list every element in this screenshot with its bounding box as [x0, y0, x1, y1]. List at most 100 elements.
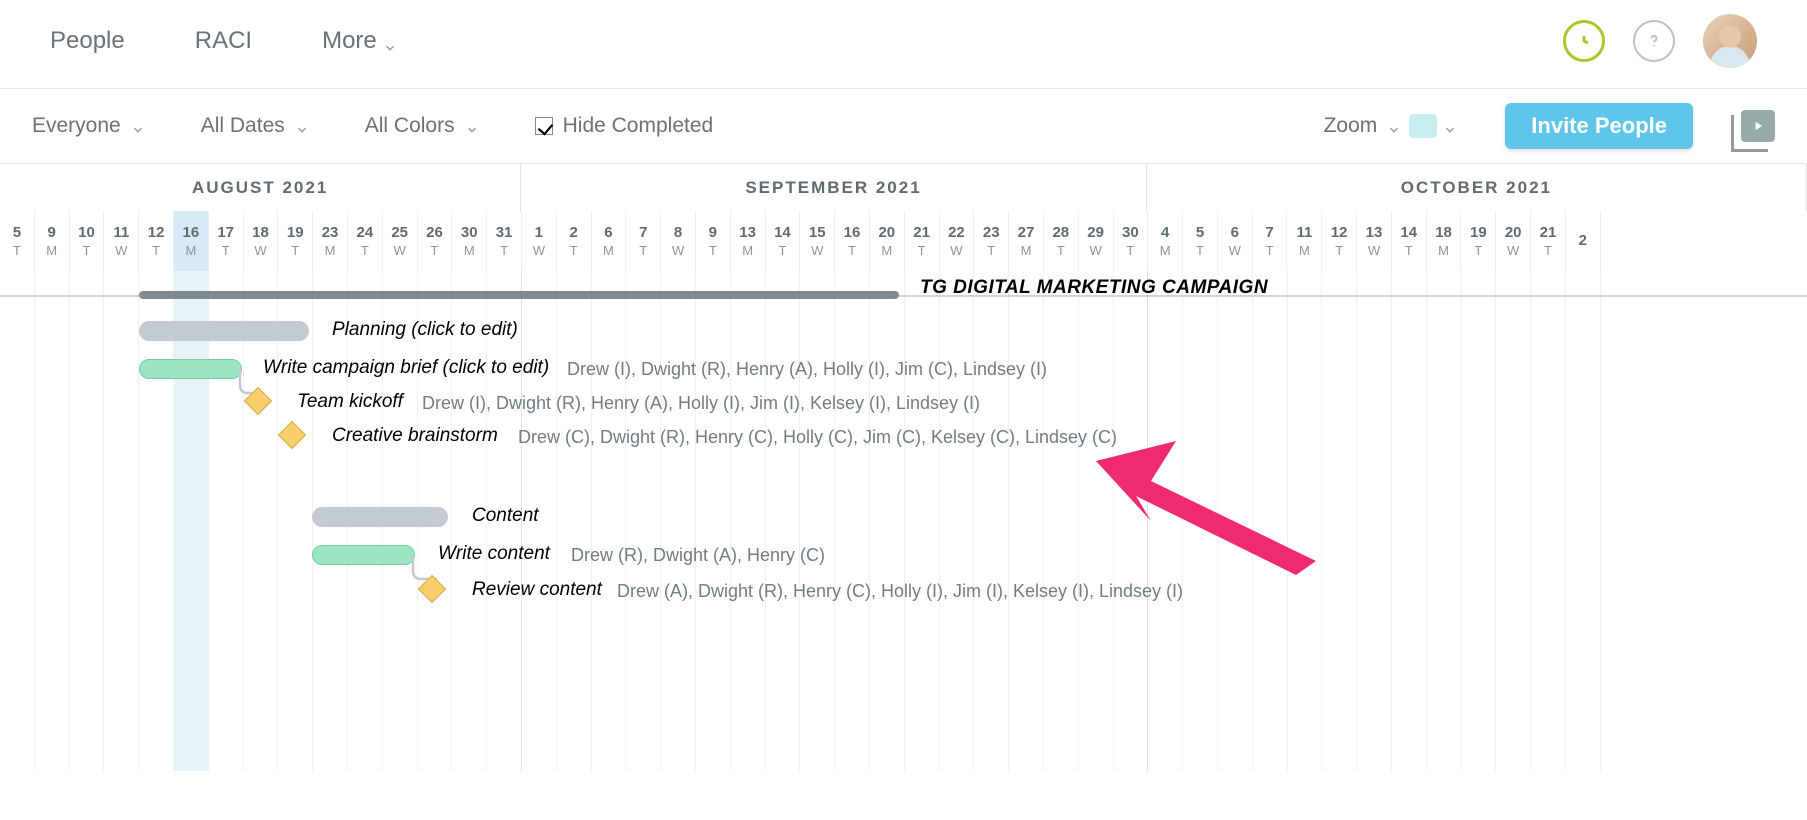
task-label-write[interactable]: Write content	[438, 543, 550, 565]
grid-column	[1322, 271, 1357, 771]
nav-more[interactable]: More	[322, 27, 397, 55]
filter-everyone[interactable]: Everyone	[32, 114, 145, 138]
grid-column	[1009, 271, 1044, 771]
day-header-cell[interactable]: 6W	[1218, 211, 1253, 271]
assignees-write: Drew (R), Dwight (A), Henry (C)	[571, 545, 825, 566]
day-header-cell[interactable]: 13W	[1357, 211, 1392, 271]
day-header-cell[interactable]: 25W	[383, 211, 418, 271]
filter-colors[interactable]: All Colors	[365, 114, 479, 138]
day-header-cell[interactable]: 5T	[1183, 211, 1218, 271]
details-panel-toggle[interactable]	[1741, 110, 1775, 142]
day-header-cell[interactable]: 11W	[104, 211, 139, 271]
day-header-cell[interactable]: 11M	[1287, 211, 1322, 271]
day-header-cell[interactable]: 8W	[661, 211, 696, 271]
day-header-cell[interactable]: 5T	[0, 211, 35, 271]
task-label-planning[interactable]: Planning (click to edit)	[332, 319, 518, 341]
day-header-cell[interactable]: 18W	[244, 211, 279, 271]
day-header-cell[interactable]: 22W	[940, 211, 975, 271]
day-header-cell[interactable]: 14T	[1392, 211, 1427, 271]
day-header-cell[interactable]: 2T	[557, 211, 592, 271]
top-nav: People RACI More	[0, 0, 1807, 89]
day-header-cell[interactable]: 16M	[174, 211, 209, 271]
task-label-brainstorm[interactable]: Creative brainstorm	[332, 425, 498, 447]
nav-people[interactable]: People	[50, 27, 125, 55]
grid-column	[244, 271, 279, 771]
day-header-row: 5T9M10T11W12T16M17T18W19T23M24T25W26T30M…	[0, 211, 1807, 271]
day-header-cell[interactable]: 7T	[1253, 211, 1288, 271]
filter-bar: Everyone All Dates All Colors Hide Compl…	[0, 89, 1807, 163]
day-header-cell[interactable]: 18M	[1427, 211, 1462, 271]
day-header-cell[interactable]: 1W	[522, 211, 557, 271]
nav-raci[interactable]: RACI	[195, 27, 252, 55]
task-bar-write[interactable]	[312, 545, 415, 565]
grid-column	[1566, 271, 1601, 771]
day-header-cell[interactable]: 14T	[766, 211, 801, 271]
day-header-cell[interactable]: 15W	[800, 211, 835, 271]
grid-column	[557, 271, 592, 771]
day-header-cell[interactable]: 28T	[1044, 211, 1079, 271]
grid-column	[104, 271, 139, 771]
color-swatch-picker[interactable]	[1409, 114, 1457, 138]
gantt-area[interactable]: TG DIGITAL MARKETING CAMPAIGN Planning (…	[0, 271, 1807, 771]
day-header-cell[interactable]: 30T	[1114, 211, 1149, 271]
group-bar-content[interactable]	[312, 507, 448, 527]
grid-column	[139, 271, 174, 771]
project-title: TG DIGITAL MARKETING CAMPAIGN	[920, 277, 1268, 299]
day-header-cell[interactable]: 12T	[139, 211, 174, 271]
grid-column	[870, 271, 905, 771]
month-header: SEPTEMBER 2021	[521, 164, 1147, 211]
day-header-cell[interactable]: 21T	[1531, 211, 1566, 271]
grid-column	[626, 271, 661, 771]
zoom-dropdown[interactable]: Zoom	[1324, 114, 1402, 138]
grid-column	[0, 271, 35, 771]
day-header-cell[interactable]: 19T	[1461, 211, 1496, 271]
chevron-down-icon	[1443, 119, 1457, 133]
invite-people-button[interactable]: Invite People	[1505, 103, 1693, 149]
day-header-cell[interactable]: 20W	[1496, 211, 1531, 271]
task-label-kickoff[interactable]: Team kickoff	[297, 391, 403, 413]
hide-completed-toggle[interactable]: Hide Completed	[535, 114, 714, 138]
group-bar-planning[interactable]	[139, 321, 309, 341]
day-header-cell[interactable]: 13M	[731, 211, 766, 271]
day-header-cell[interactable]: 6M	[592, 211, 627, 271]
day-header-cell[interactable]: 23M	[313, 211, 348, 271]
day-header-cell[interactable]: 16T	[835, 211, 870, 271]
filter-dates-label: All Dates	[201, 114, 285, 138]
day-header-cell[interactable]: 12T	[1322, 211, 1357, 271]
filter-dates[interactable]: All Dates	[201, 114, 309, 138]
grid-column	[1496, 271, 1531, 771]
day-header-cell[interactable]: 24T	[348, 211, 383, 271]
day-header-cell[interactable]: 10T	[70, 211, 105, 271]
day-header-cell[interactable]: 2	[1566, 211, 1601, 271]
day-header-cell[interactable]: 30M	[452, 211, 487, 271]
day-header-cell[interactable]: 17T	[209, 211, 244, 271]
task-bar-brief[interactable]	[139, 359, 242, 379]
timeline: AUGUST 2021SEPTEMBER 2021OCTOBER 2021 5T…	[0, 163, 1807, 771]
grid-column	[35, 271, 70, 771]
annotation-arrow-icon	[1096, 441, 1326, 581]
avatar[interactable]	[1703, 14, 1757, 68]
grid-column	[209, 271, 244, 771]
day-header-cell[interactable]: 20M	[870, 211, 905, 271]
day-header-cell[interactable]: 23T	[974, 211, 1009, 271]
task-label-content[interactable]: Content	[472, 505, 539, 527]
clock-icon[interactable]	[1563, 20, 1605, 62]
help-icon[interactable]	[1633, 20, 1675, 62]
day-header-cell[interactable]: 4M	[1148, 211, 1183, 271]
day-header-cell[interactable]: 31T	[487, 211, 522, 271]
task-label-review[interactable]: Review content	[472, 579, 602, 601]
grid-column	[1392, 271, 1427, 771]
task-label-brief[interactable]: Write campaign brief (click to edit)	[263, 357, 549, 379]
day-header-cell[interactable]: 27M	[1009, 211, 1044, 271]
project-bar[interactable]	[139, 291, 899, 299]
day-header-cell[interactable]: 21T	[905, 211, 940, 271]
day-header-cell[interactable]: 26T	[418, 211, 453, 271]
day-header-cell[interactable]: 7T	[626, 211, 661, 271]
day-header-cell[interactable]: 19T	[278, 211, 313, 271]
day-header-cell[interactable]: 9T	[696, 211, 731, 271]
day-header-cell[interactable]: 9M	[35, 211, 70, 271]
day-header-cell[interactable]: 29W	[1079, 211, 1114, 271]
month-header-row: AUGUST 2021SEPTEMBER 2021OCTOBER 2021	[0, 163, 1807, 211]
grid-column	[800, 271, 835, 771]
grid-column	[905, 271, 940, 771]
